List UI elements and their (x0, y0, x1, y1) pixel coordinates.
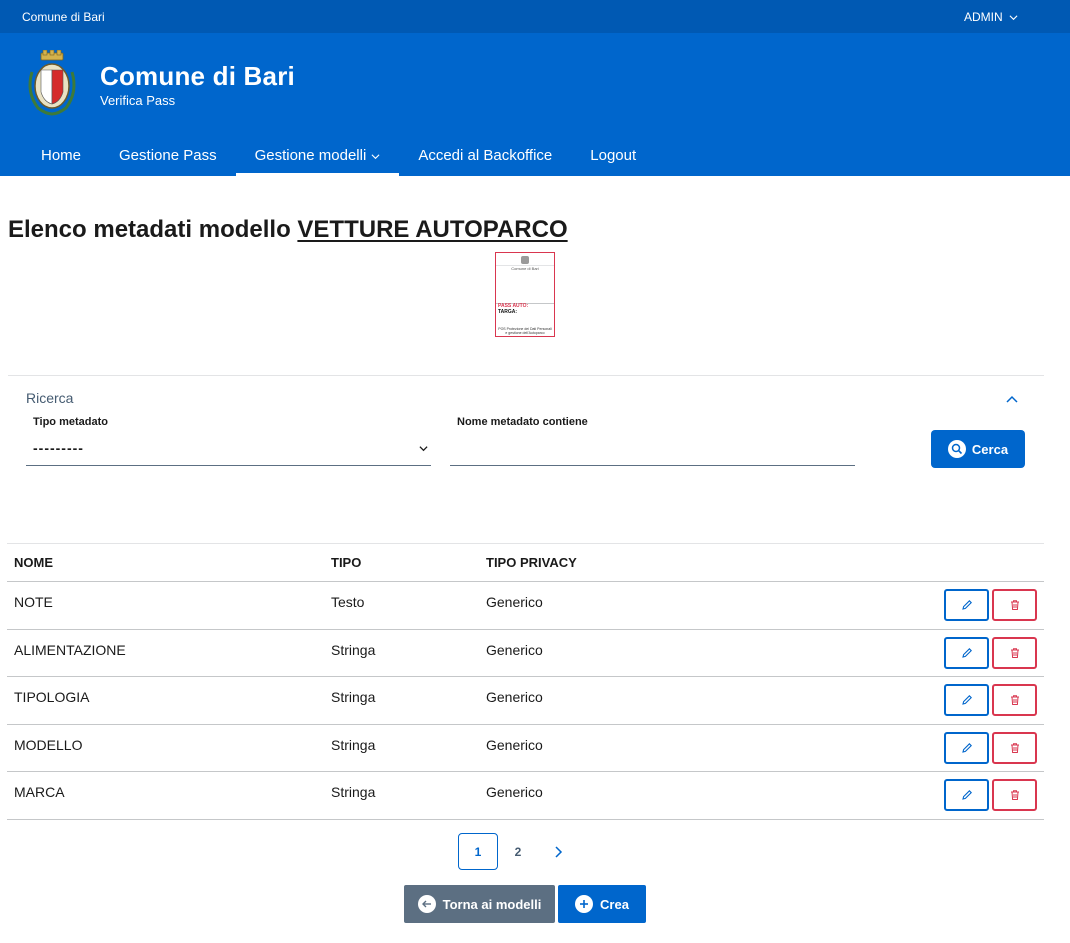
cell-nome: ALIMENTAZIONE (14, 641, 126, 658)
thumbnail-footer: POS Protezione dei Dati Personali e gest… (498, 327, 552, 335)
table-header: NOME TIPO TIPO PRIVACY (7, 543, 1044, 582)
table-row: MODELLO Stringa Generico (7, 725, 1044, 773)
model-thumbnail[interactable]: Comune di Bari PASS AUTO: TARGA: POS Pro… (495, 252, 555, 337)
arrow-left-icon (417, 895, 436, 913)
nav-gestione-modelli[interactable]: Gestione modelli (235, 134, 400, 176)
trash-icon (1010, 695, 1019, 706)
coat-of-arms-icon[interactable] (24, 50, 80, 116)
edit-button[interactable] (944, 779, 989, 812)
nav-home-label: Home (41, 146, 82, 164)
user-menu[interactable]: ADMIN (964, 10, 1018, 24)
back-button-label: Torna ai modelli (442, 896, 542, 912)
page-title: Elenco metadati modello VETTURE AUTOPARC… (8, 216, 568, 244)
pencil-icon (961, 600, 972, 610)
table-row: MARCA Stringa Generico (7, 772, 1044, 820)
nome-metadato-input[interactable] (450, 434, 855, 466)
create-button[interactable]: Crea (558, 885, 646, 923)
cell-privacy: Generico (486, 641, 543, 658)
cell-privacy: Generico (486, 689, 543, 706)
nav-gestione-modelli-label: Gestione modelli (254, 146, 367, 164)
cell-tipo: Stringa (331, 784, 376, 801)
search-button-label: Cerca (971, 441, 1009, 457)
main-nav: Home Gestione Pass Gestione modelli Acce… (22, 134, 655, 176)
pencil-icon (961, 695, 972, 705)
col-tipo-header[interactable]: TIPO (331, 555, 361, 570)
cell-nome: MODELLO (14, 736, 83, 753)
pencil-icon (961, 790, 972, 801)
back-to-models-button[interactable]: Torna ai modelli (404, 885, 555, 923)
table-row: TIPOLOGIA Stringa Generico (7, 677, 1044, 725)
trash-icon (1010, 743, 1019, 753)
search-button[interactable]: Cerca (931, 430, 1025, 468)
chevron-down-icon (419, 446, 428, 452)
pencil-icon (961, 742, 972, 753)
nav-logout[interactable]: Logout (571, 134, 655, 176)
cell-tipo: Stringa (331, 736, 376, 753)
nav-logout-label: Logout (590, 146, 637, 164)
cell-nome: NOTE (14, 594, 53, 610)
edit-button[interactable] (944, 589, 989, 621)
delete-button[interactable] (992, 636, 1037, 669)
table-row: ALIMENTAZIONE Stringa Generico (7, 630, 1044, 678)
nome-metadato-label: Nome metadato contiene (457, 416, 588, 428)
search-panel-title[interactable]: Ricerca (26, 390, 73, 406)
user-menu-label: ADMIN (964, 10, 1003, 24)
model-name-link[interactable]: VETTURE AUTOPARCO (297, 216, 567, 243)
create-button-label: Crea (600, 896, 629, 912)
page-2-button[interactable]: 2 (498, 833, 538, 870)
center-header: Comune di Bari Verifica Pass Home Gestio… (0, 33, 1070, 176)
col-privacy-header[interactable]: TIPO PRIVACY (486, 555, 577, 570)
thumbnail-targa-label: TARGA: (498, 309, 518, 315)
chevron-right-icon (555, 845, 563, 858)
thumbnail-header: Comune di Bari (496, 265, 554, 304)
pencil-icon (961, 647, 972, 658)
delete-button[interactable] (992, 731, 1037, 764)
nav-gestione-pass-label: Gestione Pass (119, 146, 217, 164)
collapse-toggle[interactable] (1005, 391, 1023, 405)
nav-backoffice[interactable]: Accedi al Backoffice (399, 134, 571, 176)
page-1-button[interactable]: 1 (458, 833, 498, 870)
table-row: NOTE Testo Generico (7, 582, 1044, 630)
chevron-down-icon (371, 153, 380, 159)
delete-button[interactable] (992, 589, 1037, 621)
cell-tipo: Stringa (331, 641, 376, 658)
chevron-up-icon (1006, 395, 1018, 403)
cell-nome: TIPOLOGIA (14, 689, 90, 706)
cell-tipo: Testo (331, 594, 365, 610)
tipo-metadato-label: Tipo metadato (33, 416, 108, 428)
next-page-button[interactable] (538, 833, 578, 870)
slim-org-name[interactable]: Comune di Bari (22, 10, 105, 24)
cell-privacy: Generico (486, 594, 543, 610)
edit-button[interactable] (944, 684, 989, 717)
trash-icon (1010, 600, 1019, 610)
edit-button[interactable] (944, 636, 989, 669)
edit-button[interactable] (944, 731, 989, 764)
cell-nome: MARCA (14, 784, 65, 801)
thumbnail-crest-icon (521, 256, 529, 264)
cell-tipo: Stringa (331, 689, 376, 706)
search-icon (947, 440, 966, 458)
site-title[interactable]: Comune di Bari (100, 61, 295, 92)
cell-privacy: Generico (486, 736, 543, 753)
delete-button[interactable] (992, 779, 1037, 812)
site-subtitle: Verifica Pass (100, 93, 176, 108)
plus-icon (575, 895, 594, 913)
nav-gestione-pass[interactable]: Gestione Pass (100, 134, 236, 176)
cell-privacy: Generico (486, 784, 543, 801)
nav-backoffice-label: Accedi al Backoffice (418, 146, 553, 164)
col-nome-header[interactable]: NOME (14, 555, 53, 570)
metadata-table: NOME TIPO TIPO PRIVACY NOTE Testo Generi… (7, 543, 1044, 820)
trash-icon (1010, 647, 1019, 658)
search-panel-divider (8, 375, 1044, 376)
nav-home[interactable]: Home (22, 134, 100, 176)
chevron-down-icon (1009, 14, 1018, 20)
tipo-metadato-select[interactable]: --------- (26, 434, 431, 466)
pagination: 1 2 (458, 833, 578, 870)
tipo-metadato-value: --------- (33, 440, 84, 456)
delete-button[interactable] (992, 684, 1037, 717)
page-title-prefix: Elenco metadati modello (8, 216, 291, 243)
trash-icon (1010, 790, 1019, 801)
slim-header: Comune di Bari ADMIN (0, 0, 1070, 33)
